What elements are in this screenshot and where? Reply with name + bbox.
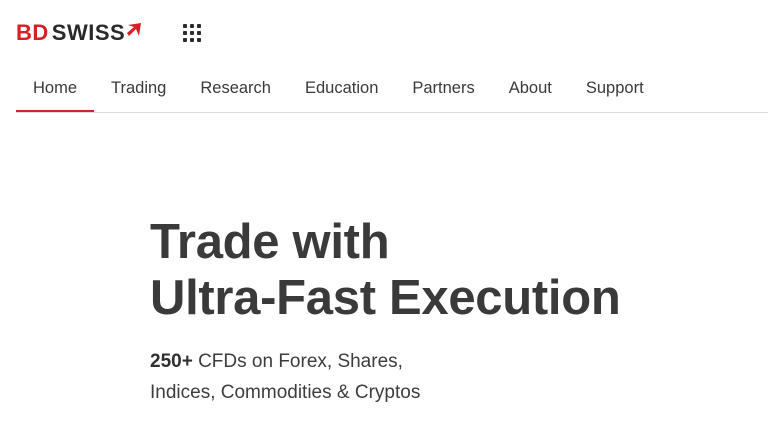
nav-item-about[interactable]: About bbox=[492, 66, 569, 112]
main-nav: Home Trading Research Education Partners… bbox=[16, 66, 768, 112]
hero-subtitle: 250+ CFDs on Forex, Shares, Indices, Com… bbox=[150, 346, 420, 408]
brand-logo[interactable]: BD SWISS bbox=[16, 19, 142, 47]
page: BD SWISS Home Trading Research Education… bbox=[0, 0, 768, 429]
hero-sub-highlight: 250+ bbox=[150, 351, 193, 372]
nav-divider bbox=[16, 112, 768, 113]
nav-item-partners[interactable]: Partners bbox=[395, 66, 491, 112]
nav-item-education[interactable]: Education bbox=[288, 66, 395, 112]
hero-title-line1: Trade with bbox=[150, 215, 390, 269]
hero-title-line2: Ultra-Fast Execution bbox=[150, 271, 621, 325]
nav-item-home[interactable]: Home bbox=[16, 66, 95, 112]
hero-sub-line1: CFDs on Forex, Shares, bbox=[192, 351, 403, 372]
hero-sub-line2: Indices, Commodities & Cryptos bbox=[150, 382, 421, 403]
logo-text-swiss: SWISS bbox=[51, 20, 126, 45]
logo-arrow-icon bbox=[127, 23, 142, 36]
nav-item-trading[interactable]: Trading bbox=[94, 66, 183, 112]
logo-text-bd: BD bbox=[16, 20, 49, 45]
hero-title: Trade with Ultra-Fast Execution bbox=[150, 214, 621, 326]
grid-apps-icon[interactable] bbox=[183, 24, 203, 44]
site-header: BD SWISS bbox=[0, 0, 768, 66]
nav-item-support[interactable]: Support bbox=[569, 66, 661, 112]
nav-item-research[interactable]: Research bbox=[183, 66, 288, 112]
